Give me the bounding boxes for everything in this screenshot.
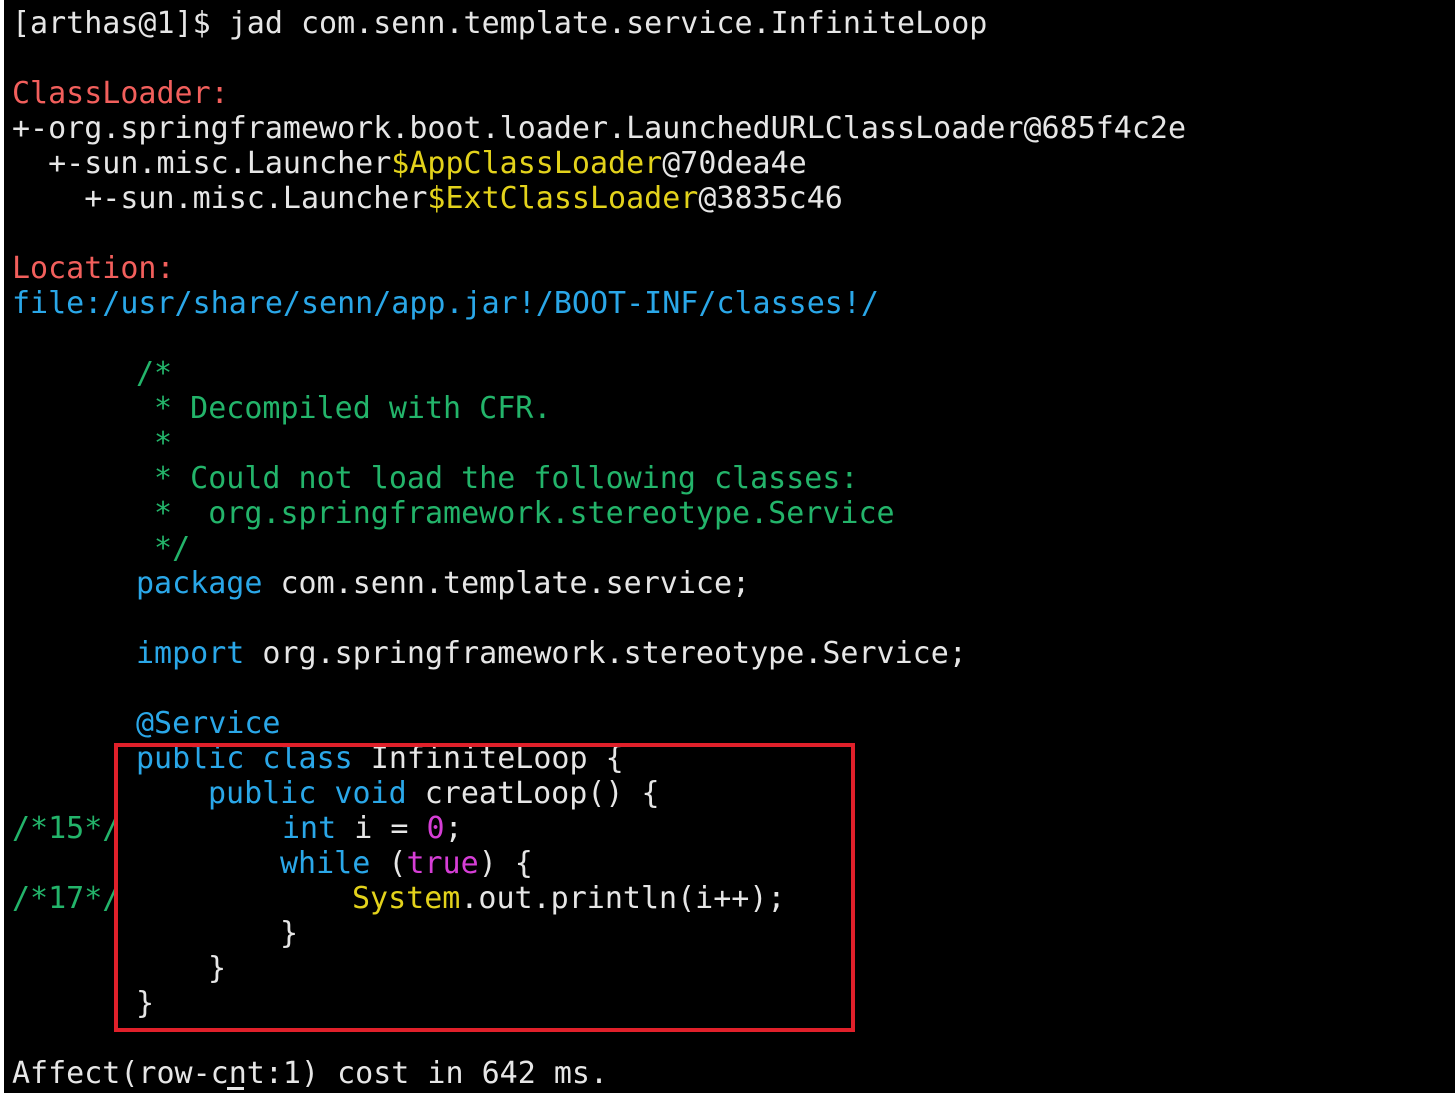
source-comment-line: * Could not load the following classes: (136, 461, 859, 496)
classloader-inner-class: $AppClassLoader (391, 146, 663, 181)
classloader-heading: ClassLoader: (12, 76, 229, 111)
command-line: [arthas@1]$ jad com.senn.template.servic… (12, 6, 987, 41)
source-package-line: package com.senn.template.service; (136, 566, 750, 601)
result-line: Affect(row-cnt:1) cost in 642 ms. (12, 1056, 609, 1091)
classloader-entry-text: +-org.springframework.boot.loader.Launch… (12, 111, 1186, 146)
window-left-border (0, 0, 4, 1093)
source-comment-line: /* (136, 356, 173, 391)
highlight-box (114, 743, 855, 1032)
line-number-marker: /*17*/ (12, 881, 121, 916)
classloader-hash: @70dea4e (662, 146, 807, 181)
package-keyword: package (136, 566, 263, 601)
classloader-entry: +-org.springframework.boot.loader.Launch… (12, 111, 1186, 146)
classloader-entry-text: +-sun.misc.Launcher (12, 146, 392, 181)
source-annotation: @Service (136, 706, 281, 741)
line-number-marker: /*15*/ (12, 811, 121, 846)
source-comment-line: * org.springframework.stereotype.Service (136, 496, 895, 531)
command-text: jad com.senn.template.service.InfiniteLo… (228, 6, 988, 41)
source-comment-line: * Decompiled with CFR. (136, 391, 552, 426)
import-keyword: import (136, 636, 245, 671)
classloader-entry-text: +-sun.misc.Launcher (12, 181, 428, 216)
classloader-inner-class: $ExtClassLoader (427, 181, 699, 216)
source-comment-line: * (136, 426, 173, 461)
source-import-line: import org.springframework.stereotype.Se… (136, 636, 967, 671)
package-name: com.senn.template.service; (262, 566, 751, 601)
classloader-hash: @3835c46 (698, 181, 843, 216)
classloader-entry: +-sun.misc.Launcher$AppClassLoader@70dea… (12, 146, 807, 181)
source-comment-line: */ (136, 531, 191, 566)
shell-prompt: [arthas@1]$ (12, 6, 229, 41)
terminal-cursor (227, 1087, 244, 1090)
import-name: org.springframework.stereotype.Service; (244, 636, 967, 671)
classloader-entry: +-sun.misc.Launcher$ExtClassLoader@3835c… (12, 181, 843, 216)
terminal-window[interactable]: [arthas@1]$ jad com.senn.template.servic… (0, 0, 1455, 1093)
location-heading: Location: (12, 251, 175, 286)
location-path: file:/usr/share/senn/app.jar!/BOOT-INF/c… (12, 286, 879, 321)
